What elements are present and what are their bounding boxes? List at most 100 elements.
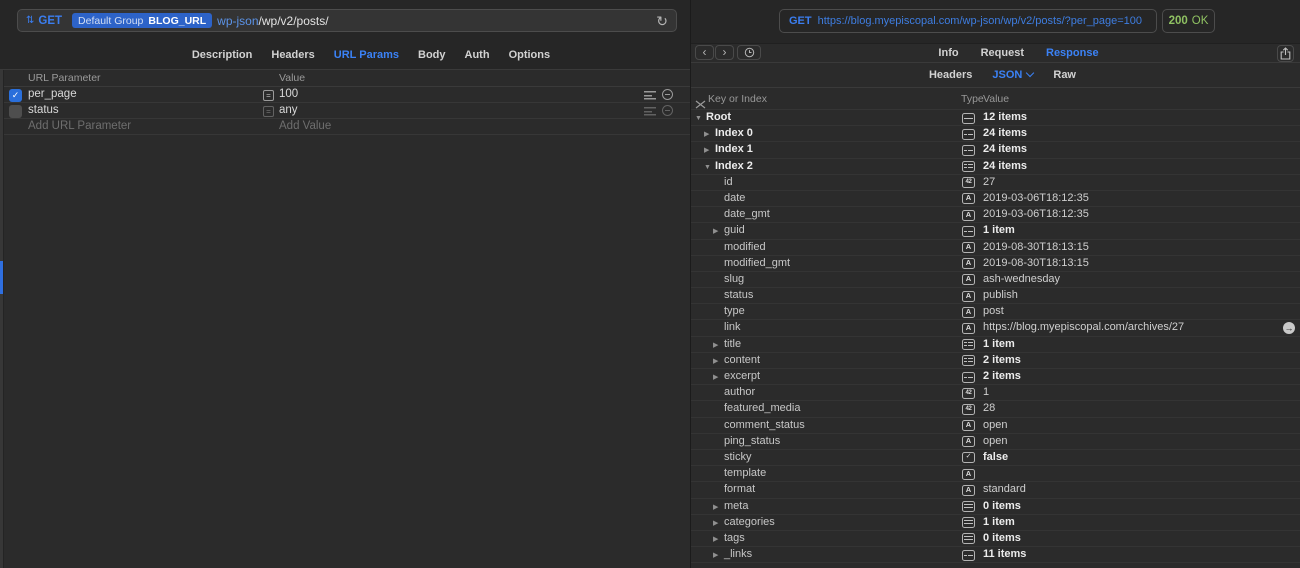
open-link-button[interactable]: → bbox=[1283, 322, 1295, 335]
share-icon bbox=[1280, 47, 1291, 60]
json-tree-row[interactable]: ▶ Index 1 24 items bbox=[691, 142, 1300, 159]
json-tree-row[interactable]: modified_gmt A 2019-08-30T18:13:15 bbox=[691, 256, 1300, 272]
disclosure-closed-icon[interactable]: ▶ bbox=[704, 143, 715, 159]
json-tree-row[interactable]: date_gmt A 2019-03-06T18:12:35 bbox=[691, 207, 1300, 224]
json-tree-row[interactable]: ▶ _links 11 items bbox=[691, 547, 1300, 564]
param-row-per-page[interactable]: ✓ per_page = 100 bbox=[0, 87, 690, 103]
reorder-handle-icon[interactable] bbox=[644, 91, 656, 100]
env-group-label: Default Group bbox=[78, 14, 144, 27]
disclosure-closed-icon[interactable]: ▶ bbox=[713, 548, 724, 564]
type-list-icon bbox=[962, 517, 975, 529]
request-tab-body[interactable]: Body bbox=[418, 49, 446, 61]
back-button[interactable]: ‹ bbox=[695, 45, 714, 60]
json-tree-row[interactable]: ping_status Aopen bbox=[691, 434, 1300, 450]
tree-value: 28 bbox=[983, 402, 996, 415]
request-method[interactable]: GET bbox=[38, 15, 62, 27]
environment-variable-token[interactable]: Default Group BLOG_URL bbox=[72, 13, 213, 28]
disclosure-closed-icon[interactable]: ▶ bbox=[713, 516, 724, 532]
json-tree-row[interactable]: sticky ✓ false bbox=[691, 450, 1300, 467]
disclosure-closed-icon[interactable]: ▶ bbox=[713, 500, 724, 516]
json-tree-row[interactable]: ▶ guid 1 item bbox=[691, 223, 1300, 240]
history-button[interactable] bbox=[737, 45, 761, 60]
request-url-field[interactable]: ⇅ GET Default Group BLOG_URL wp-json /wp… bbox=[17, 9, 677, 32]
json-tree-row[interactable]: link Ahttps://blog.myepiscopal.com/archiv… bbox=[691, 320, 1300, 337]
remove-param-button[interactable] bbox=[662, 89, 673, 100]
tree-value: 24 items bbox=[983, 159, 1028, 172]
sent-request-url-box[interactable]: GET https://blog.myepiscopal.com/wp-json… bbox=[779, 9, 1157, 33]
disclosure-open-icon[interactable]: ▼ bbox=[695, 111, 706, 127]
response-subtab-headers[interactable]: Headers bbox=[929, 69, 972, 81]
request-tab-options[interactable]: Options bbox=[509, 49, 551, 61]
param-name[interactable]: per_page bbox=[28, 87, 77, 102]
tree-value: 2019-03-06T18:12:35 bbox=[983, 191, 1089, 204]
json-tree-row[interactable]: id 42 27 bbox=[691, 175, 1300, 191]
json-tree-row[interactable]: status Apublish bbox=[691, 288, 1300, 305]
tree-value: 11 items bbox=[983, 548, 1027, 561]
disclosure-closed-icon[interactable]: ▶ bbox=[704, 127, 715, 143]
tree-key: categories bbox=[724, 515, 775, 528]
response-tab-request[interactable]: Request bbox=[981, 47, 1024, 59]
param-table-header: URL Parameter Value bbox=[0, 70, 690, 87]
json-tree-row[interactable]: ▼ Index 2 24 items bbox=[691, 159, 1300, 175]
add-param-placeholder[interactable]: Add URL Parameter bbox=[28, 119, 131, 134]
json-tree-row[interactable]: ▶ excerpt 2 items bbox=[691, 369, 1300, 386]
param-value[interactable]: any bbox=[279, 103, 298, 118]
param-name[interactable]: status bbox=[28, 103, 59, 118]
disclosure-closed-icon[interactable]: ▶ bbox=[713, 224, 724, 240]
type-str-icon: A bbox=[962, 290, 975, 302]
type-dict-icon bbox=[962, 128, 975, 140]
json-tree-rows: ▼ Root 12 items ▶ Index 0 24 items ▶ Index 1 24 … bbox=[691, 110, 1300, 568]
json-tree-row[interactable]: ▶ categories 1 item bbox=[691, 515, 1300, 531]
disclosure-closed-icon[interactable]: ▶ bbox=[713, 370, 724, 386]
forward-button[interactable]: › bbox=[715, 45, 734, 60]
param-row-status[interactable]: status = any bbox=[0, 103, 690, 119]
response-subtab-json[interactable]: JSON bbox=[992, 68, 1035, 81]
disclosure-open-icon[interactable]: ▼ bbox=[704, 160, 715, 176]
json-tree-row[interactable]: type Apost bbox=[691, 304, 1300, 321]
type-list-icon bbox=[962, 501, 975, 512]
type-str-icon: A bbox=[962, 209, 975, 221]
reorder-handle-icon[interactable] bbox=[644, 107, 656, 116]
selected-request-indicator[interactable] bbox=[0, 261, 3, 294]
request-tab-headers[interactable]: Headers bbox=[271, 49, 314, 61]
type-str-icon: A bbox=[962, 468, 975, 480]
disclosure-closed-icon[interactable]: ▶ bbox=[713, 354, 724, 370]
tree-key: modified_gmt bbox=[724, 256, 791, 269]
type-str-icon: A bbox=[962, 258, 975, 270]
tree-key: Root bbox=[706, 111, 732, 123]
tree-value: 1 item bbox=[983, 337, 1015, 350]
json-tree-row[interactable]: template A bbox=[691, 466, 1300, 483]
disclosure-closed-icon[interactable]: ▶ bbox=[713, 532, 724, 548]
remove-param-button[interactable] bbox=[662, 105, 673, 116]
request-tab-url-params[interactable]: URL Params bbox=[334, 49, 399, 61]
request-tab-description[interactable]: Description bbox=[192, 49, 253, 61]
json-tree-row[interactable]: ▶ title 1 item bbox=[691, 337, 1300, 353]
response-tab-response[interactable]: Response bbox=[1046, 47, 1099, 59]
refresh-icon[interactable]: ↻ bbox=[656, 14, 668, 28]
chevron-down-icon bbox=[1026, 68, 1035, 78]
json-tree-row[interactable]: ▶ tags 0 items bbox=[691, 531, 1300, 548]
value-type-icon: = bbox=[263, 89, 274, 101]
key-column-header: Key or Index bbox=[708, 93, 767, 105]
json-tree-row[interactable]: ▶ content 2 items bbox=[691, 353, 1300, 369]
tree-value: false bbox=[983, 450, 1009, 463]
json-tree-row[interactable]: author 42 1 bbox=[691, 385, 1300, 402]
request-tab-auth[interactable]: Auth bbox=[465, 49, 490, 61]
json-tree-row[interactable]: comment_status Aopen bbox=[691, 418, 1300, 434]
json-tree-row[interactable]: ▼ Root 12 items bbox=[691, 110, 1300, 127]
json-tree-row[interactable]: slug Aash-wednesday bbox=[691, 272, 1300, 289]
json-tree-row[interactable]: modified A 2019-08-30T18:13:15 bbox=[691, 240, 1300, 256]
param-enabled-checkbox[interactable]: ✓ bbox=[9, 88, 22, 102]
json-tree-row[interactable]: ▶ meta 0 items bbox=[691, 499, 1300, 515]
json-tree-row[interactable]: ▶ Index 0 24 items bbox=[691, 126, 1300, 143]
add-value-placeholder[interactable]: Add Value bbox=[279, 119, 331, 134]
response-subtab-raw[interactable]: Raw bbox=[1053, 69, 1076, 81]
param-enabled-checkbox[interactable] bbox=[9, 104, 22, 118]
share-button[interactable] bbox=[1277, 45, 1294, 62]
disclosure-closed-icon[interactable]: ▶ bbox=[713, 338, 724, 354]
response-tab-info[interactable]: Info bbox=[938, 47, 958, 59]
param-value[interactable]: 100 bbox=[279, 87, 298, 102]
json-tree-row[interactable]: format Astandard bbox=[691, 482, 1300, 499]
json-tree-row[interactable]: date A 2019-03-06T18:12:35 bbox=[691, 191, 1300, 208]
json-tree-row[interactable]: featured_media 42 28 bbox=[691, 401, 1300, 418]
